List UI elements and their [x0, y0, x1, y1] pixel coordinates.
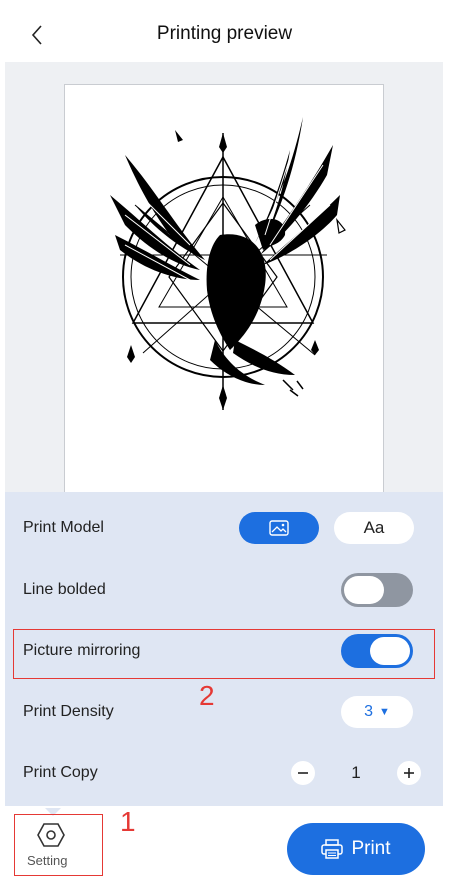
print-label: Print: [351, 838, 391, 859]
print-density-label: Print Density: [23, 703, 114, 720]
header: Printing preview: [0, 14, 449, 56]
print-model-text-option[interactable]: Aa: [334, 512, 414, 544]
image-icon: [269, 520, 289, 536]
toggle-knob: [344, 576, 384, 604]
page-title: Printing preview: [156, 23, 293, 44]
print-button[interactable]: Print: [287, 823, 425, 875]
toggle-knob: [370, 637, 410, 665]
picture-mirroring-toggle[interactable]: [341, 634, 413, 668]
print-density-value: 3: [364, 703, 373, 720]
print-model-image-option[interactable]: [239, 512, 319, 544]
line-bolded-row: Line bolded: [5, 560, 443, 620]
annotation-marker-1: 1: [120, 806, 136, 837]
annotation-marker-2: 2: [199, 680, 215, 711]
picture-mirroring-label: Picture mirroring: [23, 642, 141, 659]
increment-button[interactable]: [397, 761, 421, 785]
line-bolded-label: Line bolded: [23, 581, 106, 598]
print-copy-value: 1: [351, 763, 361, 782]
decrement-button[interactable]: [291, 761, 315, 785]
line-bolded-toggle[interactable]: [341, 573, 413, 607]
preview-area: [5, 62, 443, 496]
print-model-label: Print Model: [23, 519, 104, 536]
print-preview-paper: [64, 84, 384, 496]
print-model-row: Print Model Aa: [5, 498, 443, 558]
print-copy-stepper: 1: [291, 759, 421, 787]
print-copy-row: Print Copy 1: [5, 743, 443, 803]
status-bar: [0, 0, 449, 8]
print-copy-label: Print Copy: [23, 764, 98, 781]
print-density-dropdown[interactable]: 3 ▼: [341, 696, 413, 728]
annotation-highlight-box-1: [14, 814, 103, 876]
settings-panel: Print Model Aa Line bolded Picture mirro…: [5, 492, 443, 806]
caret-down-icon: ▼: [379, 706, 390, 718]
eagle-tattoo-artwork: [110, 117, 346, 410]
picture-mirroring-row: Picture mirroring: [5, 621, 443, 681]
print-density-row: Print Density 3 ▼: [5, 682, 443, 742]
printer-icon: [321, 839, 344, 859]
minus-icon: [298, 772, 308, 774]
plus-icon: [404, 768, 414, 778]
